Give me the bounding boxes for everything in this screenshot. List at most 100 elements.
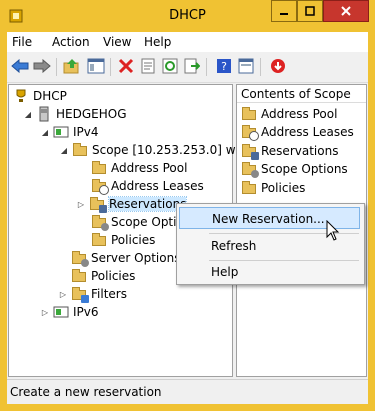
status-text: Create a new reservation [10,385,162,399]
reservations-icon [241,143,259,160]
address-leases-icon [241,124,259,141]
contents-header[interactable]: Contents of Scope [237,85,366,103]
mouse-cursor-icon [326,220,340,241]
toolbar: ? [7,52,368,83]
tree-node-filters[interactable]: ▷ Filters [58,285,127,303]
tree-label-dhcp: DHCP [33,89,67,103]
context-menu: New Reservation... Refresh Help [176,203,365,285]
stop-button[interactable] [269,57,287,75]
toolbar-separator [206,58,207,76]
list-item-label: Reservations [261,144,339,158]
export-icon [184,58,200,74]
address-leases-icon [91,178,109,195]
collapse-arrow-icon[interactable]: ◢ [40,127,50,137]
tree-label-scope: Scope [10.253.253.0] wds [92,143,250,157]
toolbar-separator [56,58,57,76]
menu-view[interactable]: View [103,35,131,49]
tree-node-policies[interactable]: Policies [91,231,155,249]
expand-arrow-icon[interactable]: ▷ [76,199,86,209]
list-item[interactable]: Address Leases [241,123,354,141]
tree-node-address-leases[interactable]: Address Leases [91,177,204,195]
tree-label-server: HEDGEHOG [56,107,127,121]
minimize-icon [280,13,288,15]
tree-node-dhcp[interactable]: DHCP [13,87,67,105]
up-level-button[interactable] [63,57,81,75]
tree-node-ipv6[interactable]: ▷ IPv6 [40,303,99,321]
tree-node-server-policies[interactable]: Policies [71,267,135,285]
menu-bar: File Action View Help [7,32,368,52]
close-icon [341,6,351,16]
toolbar-separator [260,58,261,76]
tree-node-address-pool[interactable]: Address Pool [91,159,187,177]
properties-icon [141,58,155,74]
forward-button[interactable] [33,57,51,75]
dhcp-trophy-icon [13,88,29,104]
refresh-icon [162,58,178,74]
close-button[interactable] [323,0,369,22]
maximize-icon [305,6,315,16]
view-button[interactable] [237,57,255,75]
maximize-button[interactable] [297,0,323,22]
expand-arrow-icon[interactable]: ▷ [58,289,68,299]
tree-node-server-options[interactable]: Server Options [71,249,180,267]
collapse-arrow-icon[interactable]: ◢ [59,145,69,155]
ipv6-icon [53,304,69,320]
policies-icon [71,268,87,284]
list-item[interactable]: Scope Options [241,160,348,178]
export-list-button[interactable] [183,57,201,75]
tree-label-ipv4: IPv4 [73,125,99,139]
server-icon [36,106,52,122]
menu-file[interactable]: File [12,35,32,49]
address-pool-icon [91,160,107,176]
tree-label-ipv6: IPv6 [73,305,99,319]
tree-node-reservations[interactable]: ▷ Reservations [76,195,188,213]
list-item-label: Scope Options [261,162,348,176]
toolbar-separator [110,58,111,76]
tree-node-scope[interactable]: ◢ Scope [10.253.253.0] wds [59,141,249,159]
tree-label-server-policies: Policies [91,269,136,283]
minimize-button[interactable] [271,0,297,22]
delete-button[interactable] [117,57,135,75]
tree-label-address-leases: Address Leases [111,179,204,193]
status-bar: Create a new reservation [7,379,368,404]
refresh-button[interactable] [161,57,179,75]
list-item-label: Address Pool [261,107,338,121]
tree-node-hedgehog[interactable]: ◢ HEDGEHOG [23,105,127,123]
show-hide-tree-button[interactable] [87,57,105,75]
list-item[interactable]: Reservations [241,142,338,160]
server-options-icon [71,250,89,267]
policies-icon [241,180,257,196]
tree-label-policies: Policies [111,233,156,247]
menu-item-help[interactable]: Help [179,261,360,283]
folder-icon [72,142,88,158]
svg-text:?: ? [221,60,227,73]
menu-action[interactable]: Action [52,35,90,49]
dhcp-window: DHCP File Action View Help ? DHCP ◢ HEDG… [0,0,375,411]
collapse-arrow-icon[interactable]: ◢ [23,109,33,119]
delete-icon [118,58,134,74]
tree-label-filters: Filters [91,287,127,301]
scope-options-icon [91,214,109,231]
tree-label-server-options: Server Options [91,251,181,265]
list-item-label: Address Leases [261,125,354,139]
list-item[interactable]: Policies [241,179,305,197]
back-button[interactable] [11,57,29,75]
view-icon [238,58,254,74]
scope-options-icon [241,161,259,178]
tree-node-ipv4[interactable]: ◢ IPv4 [40,123,99,141]
help-button[interactable]: ? [215,57,233,75]
list-item[interactable]: Address Pool [241,105,337,123]
address-pool-icon [241,106,257,122]
back-arrow-icon [11,59,29,73]
tree-label-reservations: Reservations [107,196,188,212]
title-bar[interactable]: DHCP [0,0,375,32]
expand-arrow-icon[interactable]: ▷ [40,307,50,317]
forward-arrow-icon [33,59,51,73]
help-icon: ? [217,59,231,73]
menu-help[interactable]: Help [144,35,171,49]
list-item-label: Policies [261,181,306,195]
reservations-icon [89,196,107,213]
policies-icon [91,232,107,248]
up-folder-icon [63,59,79,74]
properties-button[interactable] [139,57,157,75]
